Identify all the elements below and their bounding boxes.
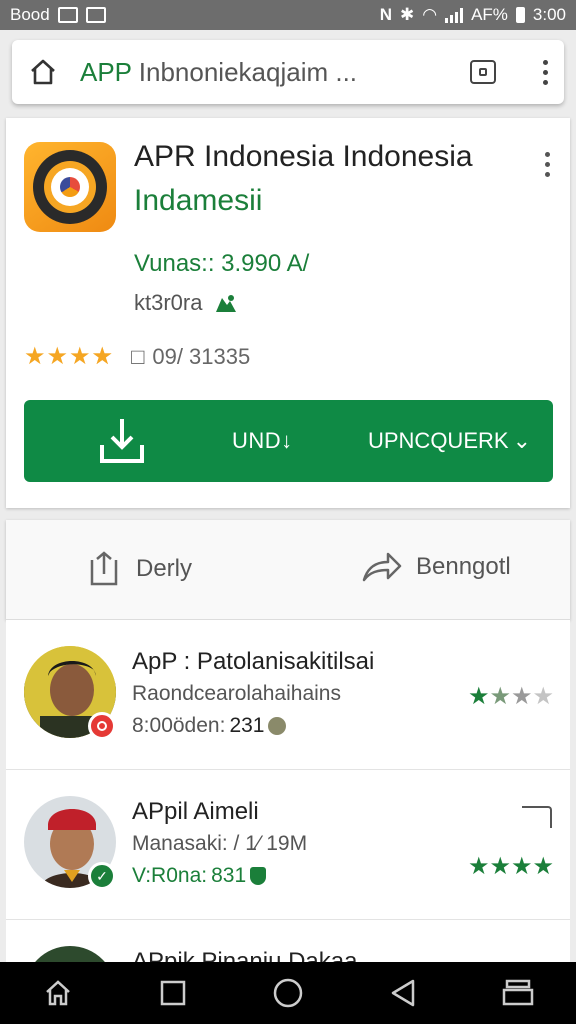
badge-icon [88,712,116,740]
list-item[interactable]: ApP : Patolanisakitilsai Raondcearolahai… [6,620,570,770]
item-meta: V:R0na: 831 [132,864,267,888]
app-developer: kt3r0ra [134,290,238,316]
rating-row: ★ ★ ★ ★ □ 09/ 31335 [24,344,250,370]
item-title: APpik Pinaniu Dakaa [132,948,358,962]
url-prefix: APP [80,56,132,87]
review-icon: □ [131,344,145,369]
item-subtitle: Raondcearolahaihains [132,682,341,705]
app-details-card: APR Indonesia Indonesia Indamesii Vunas:… [6,118,570,508]
redirect-icon[interactable] [522,806,552,828]
app-version: Vunas:: 3.990 A/ [134,250,310,277]
item-rating: ★★★★ [467,853,554,880]
notification-icon [85,7,106,23]
chevron-down-icon: ⌄ [512,428,531,453]
status-bar: Bood N ✱ ◠ AF% 3:00 [0,0,576,30]
bluetooth-icon: ✱ [399,5,415,24]
app-subtitle[interactable]: Indamesii [134,184,262,218]
app-icon[interactable] [24,142,116,232]
badge-icon: ✓ [88,862,116,890]
action-row: Derly Benngotl [6,520,570,620]
clock: 3:00 [532,5,566,24]
share-button[interactable]: Derly [86,550,192,588]
verified-icon [216,295,237,312]
install-label: UND↓ [232,428,293,453]
item-subtitle: Manasaki: ⁩/ 1∕ 19M [132,832,308,855]
related-apps-list: ApP : Patolanisakitilsai Raondcearolahai… [6,620,570,962]
download-icon [100,419,144,463]
forward-icon [362,552,402,582]
item-rating: ★★★★ [467,683,554,710]
url-text[interactable]: APP Inbnoniekaqjaim ... [80,57,357,88]
share-label: Derly [136,555,193,582]
rating-count: 09/ 31335 [152,344,251,369]
circle-home-icon[interactable] [268,973,308,1013]
carrier-text: Bood [10,5,50,24]
share-icon [90,551,118,586]
install-button[interactable]: UND↓ UPNCQUERK ⌄ [24,400,553,482]
address-bar[interactable]: APP Inbnoniekaqjaim ... [12,40,564,104]
install-options[interactable]: UPNCQUERK ⌄ [368,428,531,454]
more-options-icon[interactable] [545,152,550,177]
avatar [24,946,116,962]
forward-button[interactable]: Benngotl [360,550,511,584]
list-item[interactable]: ✓ APpil Aimeli Manasaki: ⁩/ 1∕ 19M V:R0n… [6,770,570,920]
home-icon[interactable] [26,55,60,89]
recents-square-icon[interactable] [153,973,193,1013]
wifi-icon: ◠ [422,5,438,24]
signal-icon [445,7,464,23]
install-secondary-label: UPNCQUERK [367,428,509,453]
url-rest: Inbnoniekaqjaim ... [131,56,358,87]
item-title: ApP : Patolanisakitilsai [132,648,375,675]
item-title: APpil Aimeli [132,798,259,825]
browser-toolbar: APP Inbnoniekaqjaim ... [0,30,576,118]
app-title: APR Indonesia Indonesia [134,140,473,173]
system-navbar [0,962,576,1024]
developer-name: kt3r0ra [134,290,203,315]
shield-icon [250,867,267,885]
item-meta: 8:00öden: 231 [132,714,287,738]
gallery-icon [57,7,78,23]
menu-stack-icon[interactable] [498,973,538,1013]
nfc-icon: N [379,5,392,24]
info-icon [268,717,287,735]
battery-text: AF% [471,5,508,24]
home-nav-icon[interactable] [38,973,78,1013]
back-triangle-icon[interactable] [383,973,423,1013]
overflow-menu-icon[interactable] [540,59,550,85]
list-item[interactable]: APpik Pinaniu Dakaa [6,920,570,962]
battery-icon [515,7,525,23]
tab-switcher-icon[interactable] [470,60,496,84]
forward-label: Benngotl [416,553,511,580]
rating-stars: ★ ★ ★ ★ [24,343,114,370]
